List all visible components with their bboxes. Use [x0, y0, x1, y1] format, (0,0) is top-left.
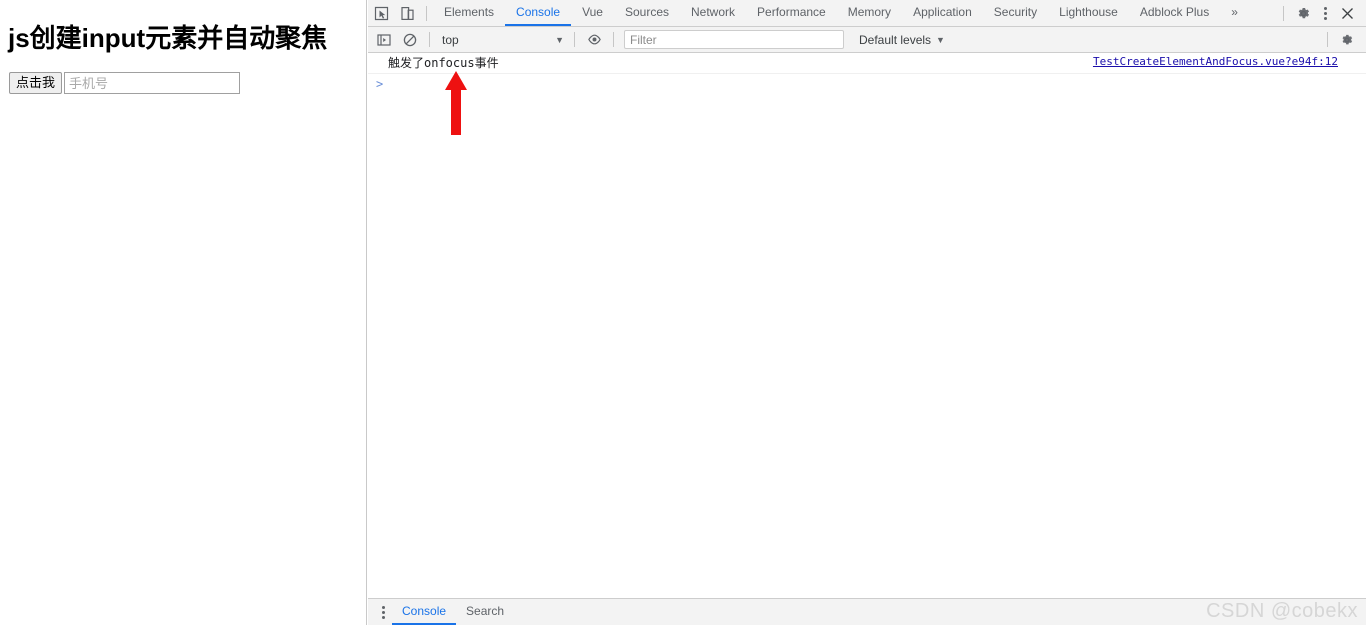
tab-elements[interactable]: Elements [433, 0, 505, 26]
tab-network[interactable]: Network [680, 0, 746, 26]
close-glyph [1341, 7, 1353, 19]
console-message-source-link[interactable]: TestCreateElementAndFocus.vue?e94f:12 [1093, 55, 1338, 68]
eye-glyph [587, 34, 601, 45]
console-settings-divider [1327, 32, 1328, 47]
chevron-down-icon: ▼ [555, 34, 564, 45]
demo-form: 点击我 [9, 72, 241, 94]
tab-vue[interactable]: Vue [571, 0, 614, 26]
clear-console-glyph [403, 33, 417, 46]
console-sidebar-icon[interactable] [371, 27, 397, 52]
devtools-panel: Elements Console Vue Sources Network Per… [368, 0, 1366, 625]
clear-console-icon[interactable] [397, 27, 423, 52]
click-me-button[interactable]: 点击我 [9, 72, 63, 94]
console-message-text: 触发了onfocus事件 [388, 56, 499, 70]
tab-performance[interactable]: Performance [746, 0, 837, 26]
device-toolbar-glyph [400, 6, 414, 20]
tab-sources[interactable]: Sources [614, 0, 680, 26]
device-toolbar-icon[interactable] [394, 1, 420, 26]
execution-context-dropdown[interactable]: top ▼ [438, 30, 568, 49]
drawer-tab-search[interactable]: Search [456, 599, 514, 625]
inspect-element-glyph [374, 6, 388, 20]
tab-lighthouse[interactable]: Lighthouse [1048, 0, 1129, 26]
devtools-tabbar: Elements Console Vue Sources Network Per… [368, 0, 1366, 27]
console-toolbar-divider-3 [613, 32, 614, 47]
csdn-watermark: CSDN @cobekx [1206, 600, 1358, 622]
settings-gear-icon[interactable] [1290, 1, 1316, 26]
console-toolbar-divider-1 [429, 32, 430, 47]
toolbar-divider [426, 5, 427, 21]
actions-divider [1283, 5, 1284, 21]
tab-overflow-chevron-icon[interactable]: » [1220, 0, 1249, 26]
gear-glyph [1342, 34, 1353, 44]
log-levels-label: Default levels [859, 32, 932, 47]
console-toolbar-actions [1321, 27, 1366, 52]
log-levels-dropdown[interactable]: Default levels ▼ [853, 30, 951, 49]
inspect-element-icon[interactable] [368, 1, 394, 26]
page-title: js创建input元素并自动聚焦 [8, 23, 328, 53]
tab-adblock-plus[interactable]: Adblock Plus [1129, 0, 1220, 26]
tab-memory[interactable]: Memory [837, 0, 902, 26]
drawer-tab-console[interactable]: Console [392, 599, 457, 625]
console-filter-input[interactable] [624, 30, 844, 49]
console-message-list[interactable]: 触发了onfocus事件 TestCreateElementAndFocus.v… [368, 54, 1366, 598]
drawer-more-icon[interactable] [374, 602, 392, 622]
console-sidebar-glyph [377, 33, 391, 46]
more-options-icon[interactable] [1316, 3, 1334, 23]
live-expression-eye-icon[interactable] [581, 27, 607, 52]
devtools-tabbar-actions [1277, 1, 1366, 26]
execution-context-label: top [442, 32, 459, 47]
tab-console[interactable]: Console [505, 0, 572, 26]
console-prompt-row[interactable]: > [368, 74, 1366, 94]
web-page-pane: js创建input元素并自动聚焦 点击我 [0, 0, 367, 625]
tab-security[interactable]: Security [983, 0, 1048, 26]
chevron-down-icon: ▼ [936, 34, 945, 45]
gear-glyph [1298, 7, 1309, 18]
console-message-row[interactable]: 触发了onfocus事件 TestCreateElementAndFocus.v… [368, 54, 1366, 74]
console-prompt-chevron-icon: > [376, 77, 384, 91]
console-toolbar-divider-2 [574, 32, 575, 47]
phone-number-input[interactable] [64, 72, 241, 94]
console-settings-gear-icon[interactable] [1334, 27, 1360, 52]
screenshot-root: js创建input元素并自动聚焦 点击我 Elements [0, 0, 1366, 625]
tab-application[interactable]: Application [902, 0, 983, 26]
close-devtools-icon[interactable] [1334, 1, 1360, 26]
console-filter-toolbar: top ▼ Default levels ▼ [368, 27, 1366, 53]
